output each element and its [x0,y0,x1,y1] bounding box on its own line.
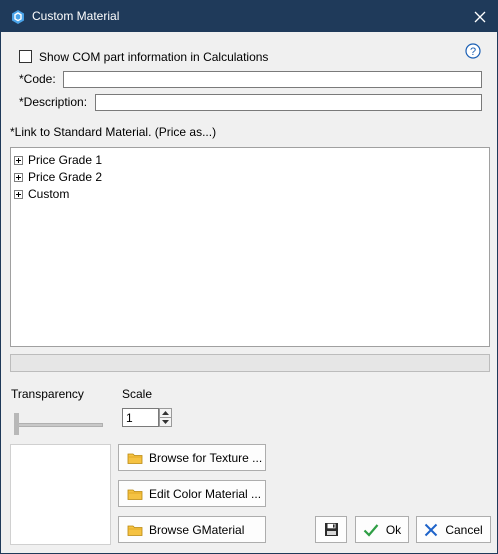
checkmark-icon [363,523,379,537]
show-com-checkbox[interactable] [19,50,32,63]
code-input[interactable] [63,71,482,88]
description-input[interactable] [95,94,482,111]
cancel-label: Cancel [445,522,483,537]
tree-node-custom[interactable]: Custom [14,186,69,202]
standard-material-tree[interactable]: Price Grade 1 Price Grade 2 Custom [10,147,490,347]
tree-node-price-grade-1[interactable]: Price Grade 1 [14,152,102,168]
folder-icon [127,489,143,500]
close-icon [474,11,486,22]
close-button[interactable] [463,1,497,32]
transparency-label: Transparency [11,387,84,401]
scale-input[interactable] [122,408,159,427]
browse-gmaterial-button[interactable]: Browse GMaterial [118,516,266,543]
spin-up-icon [162,411,169,415]
ok-button[interactable]: Ok [355,516,409,543]
tree-node-label: Price Grade 1 [28,153,103,167]
folder-icon [127,453,143,464]
link-material-label: *Link to Standard Material. (Price as...… [10,125,217,139]
folder-icon [127,525,143,536]
transparency-slider-track[interactable] [15,423,103,427]
spin-down-icon [162,420,169,424]
help-icon[interactable]: ? [465,43,481,59]
browse-gmaterial-label: Browse GMaterial [149,522,245,537]
custom-material-dialog: Custom Material Show COM part informatio… [0,0,498,554]
cancel-button[interactable]: Cancel [416,516,491,543]
window-title: Custom Material [32,9,120,23]
browse-texture-label: Browse for Texture ... [149,450,263,465]
show-com-label: Show COM part information in Calculation… [39,50,269,64]
hexagon-logo-icon [10,9,26,25]
transparency-slider-thumb[interactable] [14,413,19,435]
expand-plus-icon[interactable] [14,189,23,199]
edit-color-material-label: Edit Color Material ... [149,486,262,501]
save-icon [324,523,338,536]
expand-plus-icon[interactable] [14,155,23,165]
progress-bar [10,354,490,372]
tree-node-label: Price Grade 2 [28,170,103,184]
description-label: *Description: [19,95,88,109]
texture-preview [10,444,111,545]
scale-down-button[interactable] [159,417,172,427]
title-bar: Custom Material [1,1,497,32]
save-button[interactable] [315,516,347,543]
expand-plus-icon[interactable] [14,172,23,182]
edit-color-material-button[interactable]: Edit Color Material ... [118,480,266,507]
code-label: *Code: [19,72,56,86]
svg-text:?: ? [470,46,476,58]
tree-node-price-grade-2[interactable]: Price Grade 2 [14,169,102,185]
browse-texture-button[interactable]: Browse for Texture ... [118,444,266,471]
scale-label: Scale [122,387,153,401]
tree-node-label: Custom [28,187,70,201]
ok-label: Ok [385,522,402,537]
x-icon [425,523,438,536]
